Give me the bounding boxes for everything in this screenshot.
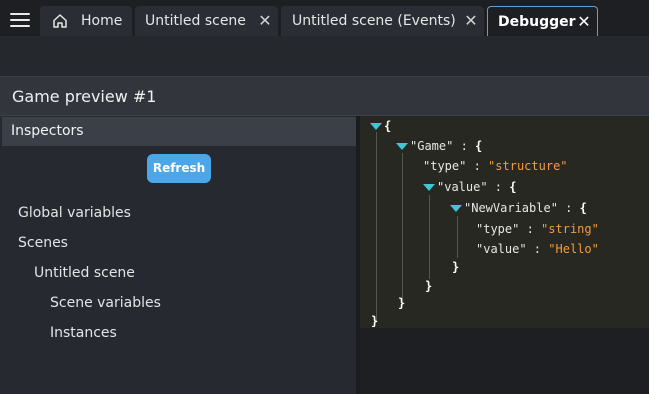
- collapse-arrow-icon[interactable]: [396, 143, 408, 150]
- panel-header: Game preview #1: [0, 76, 649, 116]
- tab-untitled-scene[interactable]: Untitled scene ✕: [135, 6, 278, 36]
- inspectors-panel: Inspectors Refresh Global variables Scen…: [0, 116, 358, 394]
- json-line: "value" : "Hello": [476, 242, 599, 256]
- toolbar-strip: [0, 36, 649, 76]
- json-line: "Game" : {: [396, 138, 482, 154]
- refresh-button[interactable]: Refresh: [147, 154, 211, 183]
- home-icon: [53, 14, 67, 28]
- tab-bar: Home Untitled scene ✕ Untitled scene (Ev…: [0, 0, 649, 38]
- json-line: "NewVariable" : {: [450, 200, 587, 216]
- json-viewer: { "Game" : { "type" : "structure" "value…: [360, 116, 649, 328]
- inspectors-header: Inspectors: [2, 117, 356, 146]
- close-icon[interactable]: ✕: [258, 12, 272, 30]
- tree-item-scenes[interactable]: Scenes: [18, 235, 68, 251]
- tab-label: Untitled scene (Events): [292, 13, 456, 29]
- json-line: "type" : "structure": [423, 159, 568, 173]
- json-line: }: [452, 260, 460, 274]
- collapse-arrow-icon[interactable]: [423, 184, 435, 191]
- indent-guide: [402, 153, 403, 300]
- indent-guide: [429, 195, 430, 279]
- menu-icon[interactable]: [10, 13, 30, 27]
- json-line: }: [398, 296, 406, 310]
- tree-item-instances[interactable]: Instances: [50, 325, 117, 341]
- collapse-arrow-icon[interactable]: [450, 205, 462, 212]
- json-line: {: [370, 118, 391, 134]
- tree-item-untitled-scene[interactable]: Untitled scene: [34, 265, 135, 281]
- tree-item-global-variables[interactable]: Global variables: [18, 205, 131, 221]
- close-icon[interactable]: ✕: [577, 13, 591, 31]
- panel-title: Game preview #1: [12, 87, 157, 106]
- json-viewer-empty-area: [360, 328, 649, 394]
- json-line: }: [425, 279, 433, 293]
- json-line: }: [371, 314, 379, 328]
- tab-label: Debugger: [498, 14, 576, 30]
- tree-item-scene-variables[interactable]: Scene variables: [50, 295, 161, 311]
- indent-guide: [457, 216, 458, 258]
- close-icon[interactable]: ✕: [464, 12, 478, 30]
- tab-debugger[interactable]: Debugger ✕: [487, 6, 598, 37]
- tab-label: Untitled scene: [145, 13, 246, 29]
- json-line: "value" : {: [423, 179, 517, 195]
- collapse-arrow-icon[interactable]: [370, 123, 382, 130]
- tab-label: Home: [81, 13, 123, 29]
- tab-untitled-scene-events[interactable]: Untitled scene (Events) ✕: [281, 6, 484, 36]
- indent-guide: [376, 132, 377, 322]
- inspectors-title: Inspectors: [11, 123, 84, 139]
- json-line: "type" : "string": [476, 222, 599, 236]
- tab-home[interactable]: Home: [40, 6, 132, 36]
